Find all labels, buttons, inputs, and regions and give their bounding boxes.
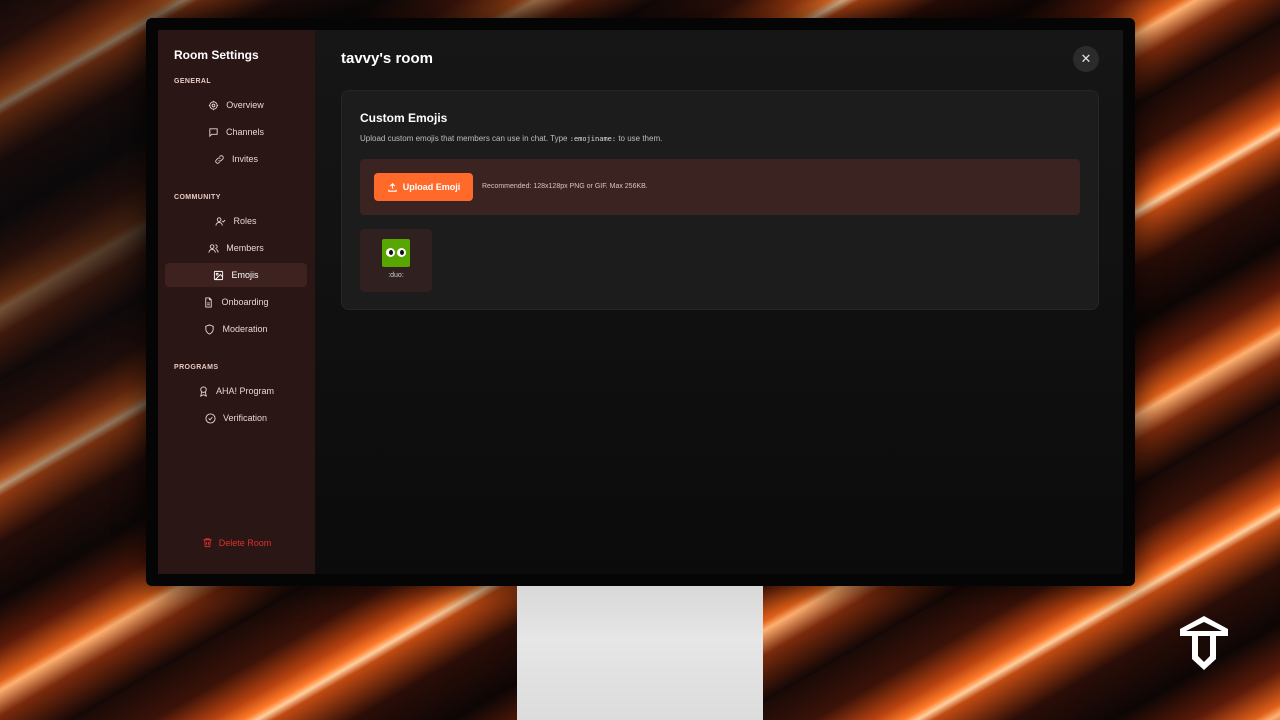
sidebar-item-label: Verification xyxy=(222,413,268,423)
emoji-image xyxy=(382,239,410,267)
page-title: tavvy's room xyxy=(341,50,433,67)
settings-window: Room Settings GENERAL Overview Channels … xyxy=(158,30,1123,574)
sidebar-item-emojis[interactable]: Emojis xyxy=(165,263,307,287)
section-label-community: COMMUNITY xyxy=(174,194,221,201)
card-title: Custom Emojis xyxy=(360,111,448,125)
gear-icon xyxy=(208,100,219,111)
chat-bubble-icon xyxy=(208,127,219,138)
upload-icon xyxy=(387,182,398,193)
emoji-name: :duo: xyxy=(388,272,404,279)
emoji-eye xyxy=(386,248,395,257)
sidebar-item-verification[interactable]: Verification xyxy=(165,406,307,430)
sidebar-item-overview[interactable]: Overview xyxy=(165,93,307,117)
users-icon xyxy=(208,243,219,254)
desc-text: Upload custom emojis that members can us… xyxy=(360,134,570,143)
settings-sidebar: Room Settings GENERAL Overview Channels … xyxy=(158,30,315,574)
sidebar-item-label: Invites xyxy=(231,154,258,164)
upload-emoji-label: Upload Emoji xyxy=(402,182,461,192)
emoji-tile[interactable]: :duo: xyxy=(360,229,432,292)
delete-room-button[interactable]: Delete Room xyxy=(158,537,315,548)
trash-icon xyxy=(202,537,213,548)
sidebar-item-members[interactable]: Members xyxy=(165,236,307,260)
custom-emojis-card: Custom Emojis Upload custom emojis that … xyxy=(341,90,1099,310)
shield-icon xyxy=(204,323,215,335)
sidebar-item-onboarding[interactable]: Onboarding xyxy=(165,290,307,314)
sidebar-item-label: Members xyxy=(226,243,264,253)
sidebar-item-label: Channels xyxy=(225,127,265,137)
sidebar-item-moderation[interactable]: Moderation xyxy=(165,317,307,341)
emoji-syntax-code: :emojiname: xyxy=(569,135,617,143)
upload-hint: Recommended: 128x128px PNG or GIF. Max 2… xyxy=(482,183,648,190)
sidebar-item-label: Roles xyxy=(233,216,257,226)
close-button[interactable]: ✕ xyxy=(1073,46,1099,72)
section-label-general: GENERAL xyxy=(174,78,212,85)
sidebar-item-label: Overview xyxy=(226,100,264,110)
emoji-eye xyxy=(397,248,406,257)
settings-main: tavvy's room ✕ Custom Emojis Upload cust… xyxy=(315,30,1123,574)
monitor-stand xyxy=(517,586,763,720)
sidebar-item-label: Emojis xyxy=(231,270,259,280)
upload-emoji-button[interactable]: Upload Emoji xyxy=(374,173,473,201)
image-icon xyxy=(213,270,224,281)
sidebar-item-invites[interactable]: Invites xyxy=(165,147,307,171)
sidebar-item-label: AHA! Program xyxy=(215,386,275,396)
brand-logo-icon xyxy=(1176,614,1232,672)
user-check-icon xyxy=(215,216,226,227)
sidebar-item-roles[interactable]: Roles xyxy=(165,209,307,233)
sidebar-item-label: Onboarding xyxy=(221,297,269,307)
card-description: Upload custom emojis that members can us… xyxy=(360,134,662,143)
sidebar-item-aha-program[interactable]: AHA! Program xyxy=(165,379,307,403)
sidebar-item-channels[interactable]: Channels xyxy=(165,120,307,144)
check-circle-icon xyxy=(205,412,216,424)
delete-room-label: Delete Room xyxy=(218,537,272,548)
desc-text-end: to use them. xyxy=(616,134,663,143)
upload-panel: Upload Emoji Recommended: 128x128px PNG … xyxy=(360,159,1080,215)
link-icon xyxy=(214,154,225,165)
award-icon xyxy=(198,385,209,397)
sidebar-title: Room Settings xyxy=(174,48,259,62)
close-icon: ✕ xyxy=(1080,51,1092,66)
section-label-programs: PROGRAMS xyxy=(174,364,219,371)
document-icon xyxy=(203,296,214,308)
sidebar-item-label: Moderation xyxy=(222,324,268,334)
